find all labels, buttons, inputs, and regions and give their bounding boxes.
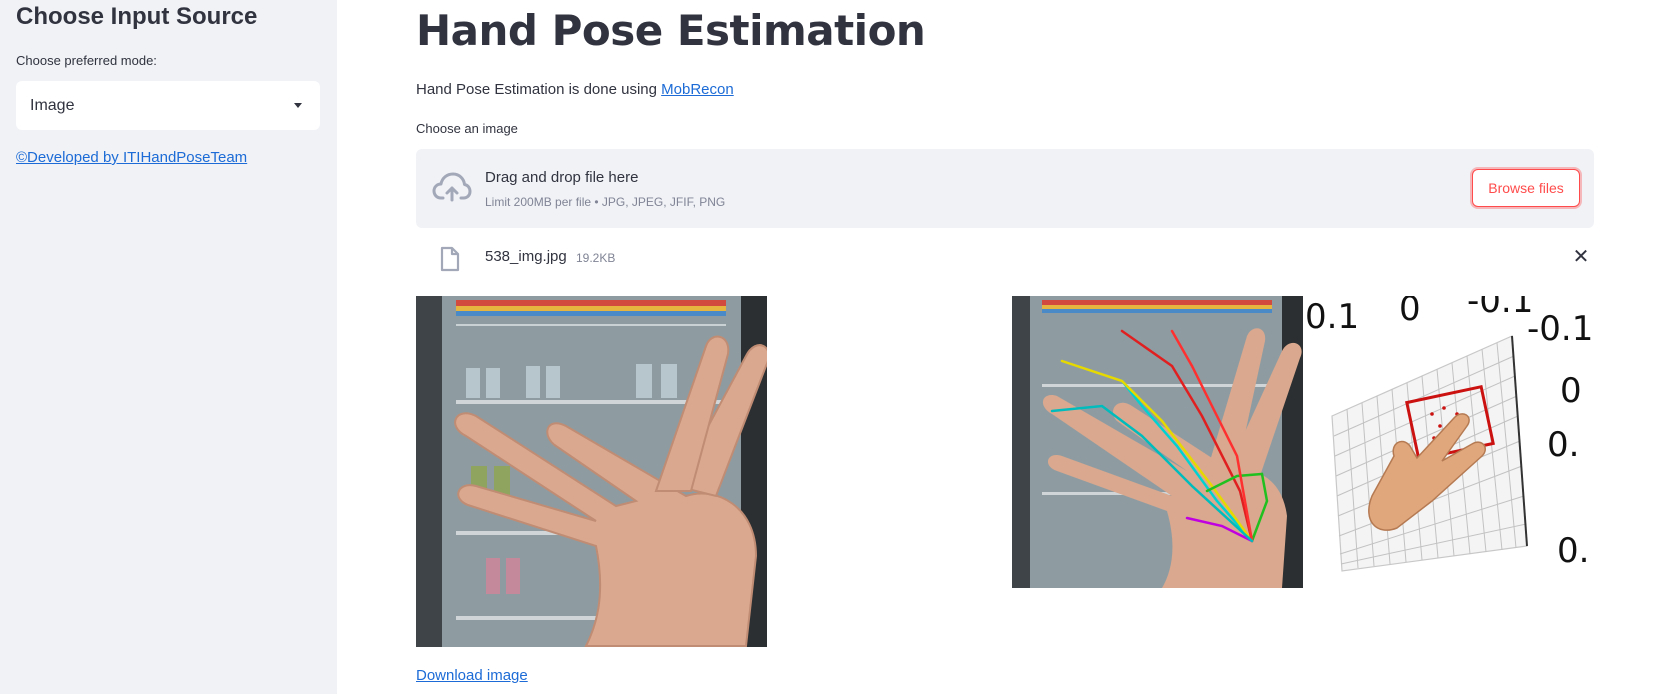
download-image-link[interactable]: Download image <box>416 667 528 684</box>
developer-link[interactable]: ©Developed by ITIHandPoseTeam <box>16 149 247 166</box>
plot-tick: -0.1 <box>1527 309 1593 349</box>
sidebar-title: Choose Input Source <box>16 3 258 30</box>
mode-label: Choose preferred mode: <box>16 53 157 68</box>
plot-tick: 0 <box>1399 296 1421 329</box>
plot-tick: 0. <box>1557 531 1589 571</box>
chevron-down-icon <box>294 103 302 108</box>
page-caption: Hand Pose Estimation is done using MobRe… <box>416 81 734 98</box>
mobrecon-link[interactable]: MobRecon <box>661 81 734 98</box>
uploader-label: Choose an image <box>416 121 518 136</box>
cloud-upload-icon <box>432 172 472 202</box>
pose-output-image: 0.1 0 -0.1 -0.1 0 0. 0. <box>1012 296 1594 588</box>
plot-tick: 0.1 <box>1305 297 1359 337</box>
uploaded-file-row: 538_img.jpg 19.2KB ✕ <box>416 238 1594 278</box>
input-image <box>416 296 767 647</box>
browse-files-button[interactable]: Browse files <box>1472 169 1580 207</box>
plot-tick: 0 <box>1560 371 1582 411</box>
remove-file-button[interactable]: ✕ <box>1568 243 1594 269</box>
file-dropzone[interactable]: Drag and drop file here Limit 200MB per … <box>416 149 1594 228</box>
dropzone-limit-text: Limit 200MB per file • JPG, JPEG, JFIF, … <box>485 195 726 209</box>
sidebar: Choose Input Source Choose preferred mod… <box>0 0 337 694</box>
file-size: 19.2KB <box>576 251 616 265</box>
mode-select-value: Image <box>30 96 75 114</box>
page-title: Hand Pose Estimation <box>416 6 926 55</box>
file-icon <box>440 246 460 272</box>
dropzone-title: Drag and drop file here <box>485 169 639 186</box>
mode-select[interactable]: Image <box>16 81 320 130</box>
plot-tick: 0. <box>1547 425 1579 465</box>
file-name: 538_img.jpg <box>485 248 567 265</box>
caption-text: Hand Pose Estimation is done using <box>416 81 662 98</box>
plot-tick: -0.1 <box>1467 296 1533 321</box>
